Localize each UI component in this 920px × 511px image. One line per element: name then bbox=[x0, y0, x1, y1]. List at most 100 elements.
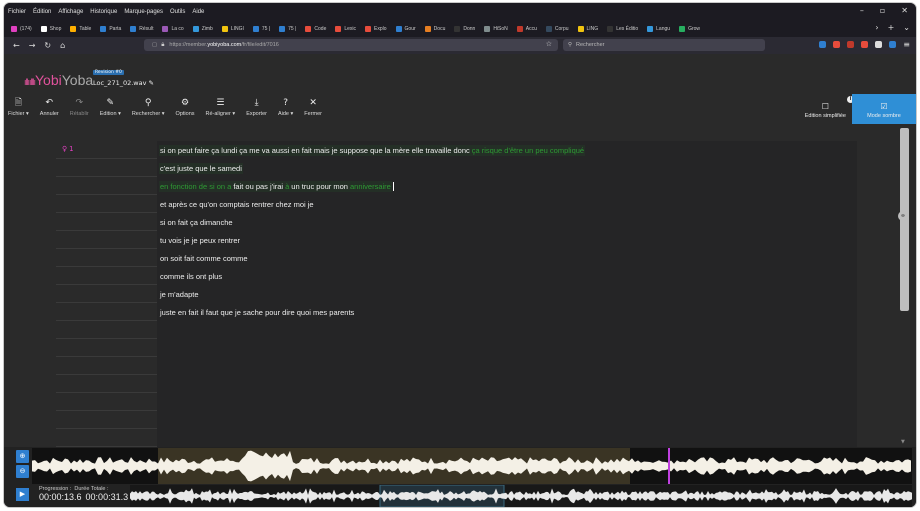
transcript-line[interactable]: si on fait ça dimanche bbox=[157, 213, 857, 231]
menu-item[interactable]: Historique bbox=[90, 9, 117, 15]
dark-mode-toggle[interactable]: ☑ Mode sombre bbox=[852, 94, 916, 124]
help-button[interactable]: ? Aide ▾ bbox=[278, 94, 293, 117]
word-segment[interactable]: tu vois je je peux rentrer bbox=[159, 235, 241, 246]
speaker-row[interactable] bbox=[56, 267, 157, 285]
transcript-line[interactable]: c'est juste que le samedi bbox=[157, 159, 857, 177]
speaker-row[interactable] bbox=[56, 303, 157, 321]
browser-tab[interactable]: Les Éditio bbox=[604, 22, 641, 36]
speaker-row[interactable] bbox=[56, 339, 157, 357]
file-name[interactable]: Loc_271_02.wav ✎ bbox=[93, 79, 154, 87]
browser-tab[interactable]: Shop bbox=[38, 22, 65, 36]
speaker-row[interactable] bbox=[56, 393, 157, 411]
browser-tab[interactable]: HiSoN bbox=[481, 22, 510, 36]
speaker-tag[interactable]: ♀ 1 bbox=[62, 145, 74, 153]
back-icon[interactable]: ← bbox=[13, 41, 20, 50]
redo-button[interactable]: ↷ Rétablir bbox=[70, 94, 89, 117]
extension-icon[interactable] bbox=[875, 41, 883, 48]
browser-tab[interactable]: Langu bbox=[644, 22, 673, 36]
speaker-row[interactable] bbox=[56, 357, 157, 375]
pencil-icon[interactable]: ✎ bbox=[149, 79, 154, 87]
overview-waveform[interactable] bbox=[130, 485, 912, 507]
word-segment[interactable]: et après ce qu'on comptais rentrer chez … bbox=[159, 199, 315, 210]
transcript-line[interactable]: en fonction de si on a fait ou pas j'ira… bbox=[157, 177, 857, 195]
extension-icon[interactable] bbox=[889, 41, 897, 48]
minimize-icon[interactable]: – bbox=[860, 6, 864, 15]
browser-tab[interactable]: Docu bbox=[422, 22, 449, 36]
main-waveform[interactable] bbox=[32, 448, 912, 484]
transcript-line[interactable]: comme ils ont plus bbox=[157, 267, 857, 285]
speaker-row[interactable] bbox=[56, 177, 157, 195]
maximize-icon[interactable]: ▫ bbox=[880, 6, 885, 15]
browser-tab[interactable]: LINGI bbox=[219, 22, 247, 36]
word-segment[interactable]: un truc pour mon bbox=[290, 180, 349, 192]
speaker-row[interactable] bbox=[56, 375, 157, 393]
browser-tab[interactable]: (174) bbox=[8, 22, 35, 36]
browser-tab[interactable]: 75 | bbox=[276, 22, 299, 36]
play-button[interactable]: ▶ bbox=[16, 488, 29, 501]
menu-item[interactable]: Outils bbox=[170, 9, 185, 15]
transcript-line[interactable]: je m'adapte bbox=[157, 285, 857, 303]
word-segment[interactable]: fait ou pas j'irai bbox=[232, 180, 285, 192]
menu-item[interactable]: Affichage bbox=[58, 9, 83, 15]
new-tab-icon[interactable]: + bbox=[888, 23, 895, 32]
tab-scroll-right-icon[interactable]: › bbox=[875, 23, 878, 32]
bookmark-star-icon[interactable]: ☆ bbox=[546, 40, 552, 48]
zoom-in-icon[interactable]: ⊕ bbox=[16, 450, 29, 463]
transcript-line[interactable]: juste en fait il faut que je sache pour … bbox=[157, 303, 857, 321]
transcript-text[interactable]: si on peut faire ça lundi ça me va aussi… bbox=[157, 141, 857, 447]
extension-icon[interactable] bbox=[833, 41, 841, 48]
menu-item[interactable]: Fichier bbox=[8, 9, 26, 15]
undo-button[interactable]: ↶ Annuler bbox=[40, 94, 59, 117]
speaker-row[interactable] bbox=[56, 213, 157, 231]
browser-tab[interactable]: Grow bbox=[676, 22, 703, 36]
search-bar[interactable]: ⚲ Rechercher bbox=[563, 39, 765, 51]
speaker-row[interactable] bbox=[56, 231, 157, 249]
transcript-line[interactable]: tu vois je je peux rentrer bbox=[157, 231, 857, 249]
close-window-icon[interactable]: ✕ bbox=[901, 6, 908, 15]
close-button[interactable]: ✕ Fermer bbox=[304, 94, 322, 117]
hamburger-menu-icon[interactable]: ≡ bbox=[903, 40, 910, 49]
browser-tab[interactable]: LING bbox=[575, 22, 602, 36]
extension-icon[interactable] bbox=[819, 41, 827, 48]
transcript-line[interactable]: et après ce qu'on comptais rentrer chez … bbox=[157, 195, 857, 213]
menu-item[interactable]: Marque-pages bbox=[124, 9, 163, 15]
unvalidated-word-segment[interactable]: en fonction de si on a bbox=[159, 180, 233, 192]
word-segment[interactable]: c'est juste que le samedi bbox=[159, 162, 243, 174]
file-menu-button[interactable]: 🗎 Fichier ▾ bbox=[8, 94, 29, 117]
browser-tab[interactable]: 75 | bbox=[250, 22, 273, 36]
speaker-row[interactable]: ♀ 1 bbox=[56, 141, 157, 159]
speaker-row[interactable] bbox=[56, 159, 157, 177]
scroll-down-icon[interactable]: ▼ bbox=[901, 439, 905, 445]
transcript-line[interactable]: si on peut faire ça lundi ça me va aussi… bbox=[157, 141, 857, 159]
word-segment[interactable]: on soit fait comme comme bbox=[159, 253, 249, 264]
browser-tab[interactable]: Corpu bbox=[543, 22, 572, 36]
browser-tab[interactable]: Lexic bbox=[332, 22, 359, 36]
speaker-row[interactable] bbox=[56, 249, 157, 267]
url-bar[interactable]: ▢ 🔒︎ https://member. yobiyoba.com/fr/file… bbox=[144, 39, 558, 51]
speaker-row[interactable] bbox=[56, 429, 157, 447]
edition-menu-button[interactable]: ✎ Edition ▾ bbox=[100, 94, 121, 117]
browser-tab[interactable]: Résult bbox=[127, 22, 156, 36]
home-icon[interactable]: ⌂ bbox=[60, 41, 65, 50]
browser-tab[interactable]: La co bbox=[159, 22, 186, 36]
word-segment[interactable]: juste en fait il faut que je sache pour … bbox=[159, 307, 355, 318]
word-segment[interactable]: comme ils ont plus bbox=[159, 271, 223, 282]
zoom-out-icon[interactable]: ⊖ bbox=[16, 465, 29, 478]
speaker-row[interactable] bbox=[56, 321, 157, 339]
unvalidated-word-segment[interactable]: ça risque d'être un peu compliqué bbox=[470, 144, 586, 156]
tab-list-icon[interactable]: ⌄ bbox=[903, 23, 910, 32]
editor-scrollbar[interactable]: ⚭ ▼ bbox=[898, 126, 910, 447]
word-segment[interactable]: si on peut faire ça lundi ça me va aussi… bbox=[159, 144, 471, 156]
speaker-row[interactable] bbox=[56, 411, 157, 429]
link-icon[interactable]: ⚭ bbox=[898, 211, 908, 221]
transcript-line[interactable]: on soit fait comme comme bbox=[157, 249, 857, 267]
search-menu-button[interactable]: ⚲ Rechercher ▾ bbox=[132, 94, 165, 117]
reload-icon[interactable]: ↻ bbox=[44, 41, 51, 50]
speaker-row[interactable] bbox=[56, 285, 157, 303]
browser-tab[interactable]: Zimb bbox=[190, 22, 216, 36]
browser-tab[interactable]: Accu bbox=[514, 22, 540, 36]
extension-icon[interactable] bbox=[861, 41, 869, 48]
unvalidated-word-segment[interactable]: anniversaire bbox=[348, 180, 392, 192]
forward-icon[interactable]: → bbox=[29, 41, 36, 50]
menu-item[interactable]: Aide bbox=[192, 9, 204, 15]
